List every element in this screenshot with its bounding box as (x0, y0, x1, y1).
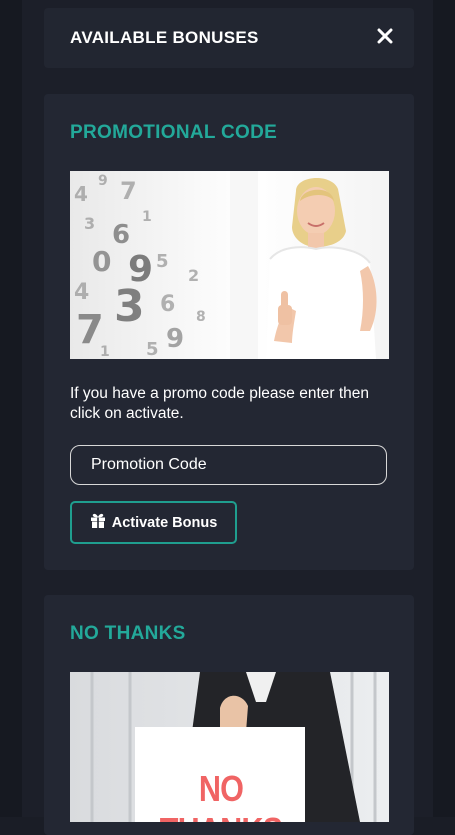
close-icon[interactable] (374, 25, 396, 47)
panel-title: AVAILABLE BONUSES (70, 28, 259, 47)
svg-text:7: 7 (120, 177, 137, 205)
svg-text:1: 1 (142, 209, 152, 225)
svg-text:4: 4 (74, 182, 88, 206)
svg-text:1: 1 (100, 344, 110, 359)
no-thanks-sign-text: NO THANKS (160, 768, 283, 822)
svg-text:2: 2 (188, 266, 199, 285)
svg-text:3: 3 (84, 214, 95, 233)
promo-code-input[interactable] (70, 445, 387, 485)
backdrop-right (433, 0, 455, 817)
promo-code-card: PROMOTIONAL CODE 4 9 7 6 3 1 0 9 5 4 3 7… (44, 94, 414, 570)
svg-text:9: 9 (166, 324, 184, 354)
activate-bonus-button[interactable]: Activate Bonus (70, 501, 237, 544)
svg-text:8: 8 (196, 309, 206, 325)
promo-card-title: PROMOTIONAL CODE (70, 122, 278, 143)
panel-header: AVAILABLE BONUSES (44, 8, 414, 68)
promo-instructions: If you have a promo code please enter th… (70, 385, 370, 422)
activate-bonus-label: Activate Bonus (111, 514, 218, 531)
no-thanks-image: NO THANKS (70, 672, 389, 822)
svg-text:5: 5 (146, 339, 159, 359)
svg-text:6: 6 (112, 220, 130, 250)
svg-text:5: 5 (156, 251, 169, 272)
no-thanks-card[interactable]: NO THANKS NO THANKS (44, 595, 414, 835)
promo-woman-thumbs-up-image: 4 9 7 6 3 1 0 9 5 4 3 7 6 9 2 8 5 1 (70, 171, 389, 359)
backdrop-left (0, 0, 22, 817)
svg-text:4: 4 (74, 280, 89, 305)
gift-icon (90, 513, 106, 532)
svg-text:9: 9 (98, 173, 108, 189)
no-thanks-title: NO THANKS (70, 623, 186, 644)
svg-text:0: 0 (92, 245, 111, 278)
svg-text:3: 3 (114, 281, 145, 332)
svg-text:6: 6 (160, 292, 175, 317)
